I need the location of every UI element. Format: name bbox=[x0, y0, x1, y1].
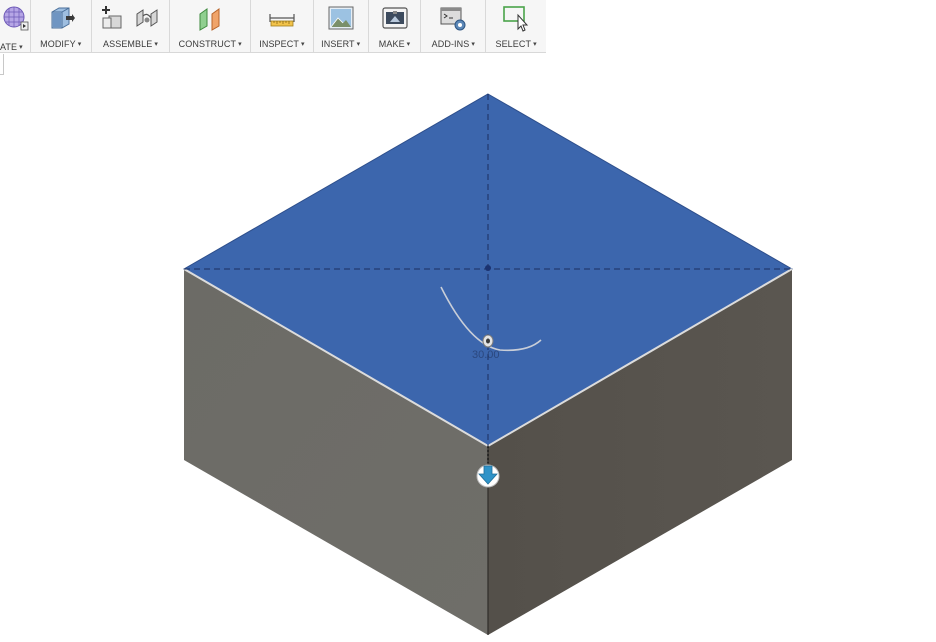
scripts-addins-icon[interactable] bbox=[439, 4, 467, 32]
insert-image-icon[interactable] bbox=[327, 4, 355, 32]
modify-menu-label[interactable]: MODIFY ▾ bbox=[40, 39, 81, 49]
inspect-menu-label[interactable]: INSPECT ▾ bbox=[259, 39, 304, 49]
toolbar-group-modify[interactable]: MODIFY ▾ bbox=[31, 0, 92, 52]
offset-plane-icon[interactable] bbox=[196, 4, 224, 32]
main-toolbar: ATE ▾ MODIFY ▾ ASSEMBLE ▾ CONSTRUCT ▾ IN… bbox=[0, 0, 546, 53]
joint-icon[interactable] bbox=[133, 4, 161, 32]
model-canvas[interactable] bbox=[0, 0, 936, 642]
addins-menu-label[interactable]: ADD-INS ▾ bbox=[432, 39, 475, 49]
toolbar-group-create[interactable]: ATE ▾ bbox=[0, 0, 31, 52]
construct-menu-label[interactable]: CONSTRUCT ▾ bbox=[179, 39, 242, 49]
create-menu-label[interactable]: ATE ▾ bbox=[0, 42, 23, 52]
window-select-icon[interactable] bbox=[502, 4, 530, 32]
3d-print-icon[interactable] bbox=[381, 4, 409, 32]
angle-dimension-value[interactable]: 30.00 bbox=[472, 349, 500, 361]
browser-panel-edge[interactable] bbox=[0, 54, 4, 75]
measure-icon[interactable] bbox=[268, 4, 296, 32]
form-sphere-icon[interactable] bbox=[1, 4, 29, 32]
fusion-app-window: 30.00 ATE ▾ MODIFY ▾ ASSEMBLE ▾ CONSTRUC… bbox=[0, 0, 936, 642]
toolbar-group-inspect[interactable]: INSPECT ▾ bbox=[251, 0, 314, 52]
3d-viewport[interactable]: 30.00 bbox=[0, 0, 936, 642]
make-menu-label[interactable]: MAKE ▾ bbox=[379, 39, 411, 49]
assemble-menu-label[interactable]: ASSEMBLE ▾ bbox=[103, 39, 158, 49]
face-center-point bbox=[485, 265, 491, 271]
toolbar-group-insert[interactable]: INSERT ▾ bbox=[314, 0, 369, 52]
press-pull-icon[interactable] bbox=[47, 4, 75, 32]
new-component-icon[interactable] bbox=[99, 4, 127, 32]
toolbar-group-construct[interactable]: CONSTRUCT ▾ bbox=[170, 0, 252, 52]
toolbar-group-select[interactable]: SELECT ▾ bbox=[486, 0, 546, 52]
insert-menu-label[interactable]: INSERT ▾ bbox=[321, 39, 360, 49]
toolbar-group-addins[interactable]: ADD-INS ▾ bbox=[421, 0, 487, 52]
toolbar-group-make[interactable]: MAKE ▾ bbox=[369, 0, 422, 52]
angle-handle-center bbox=[486, 338, 490, 344]
select-menu-label[interactable]: SELECT ▾ bbox=[495, 39, 536, 49]
toolbar-group-assemble[interactable]: ASSEMBLE ▾ bbox=[92, 0, 171, 52]
